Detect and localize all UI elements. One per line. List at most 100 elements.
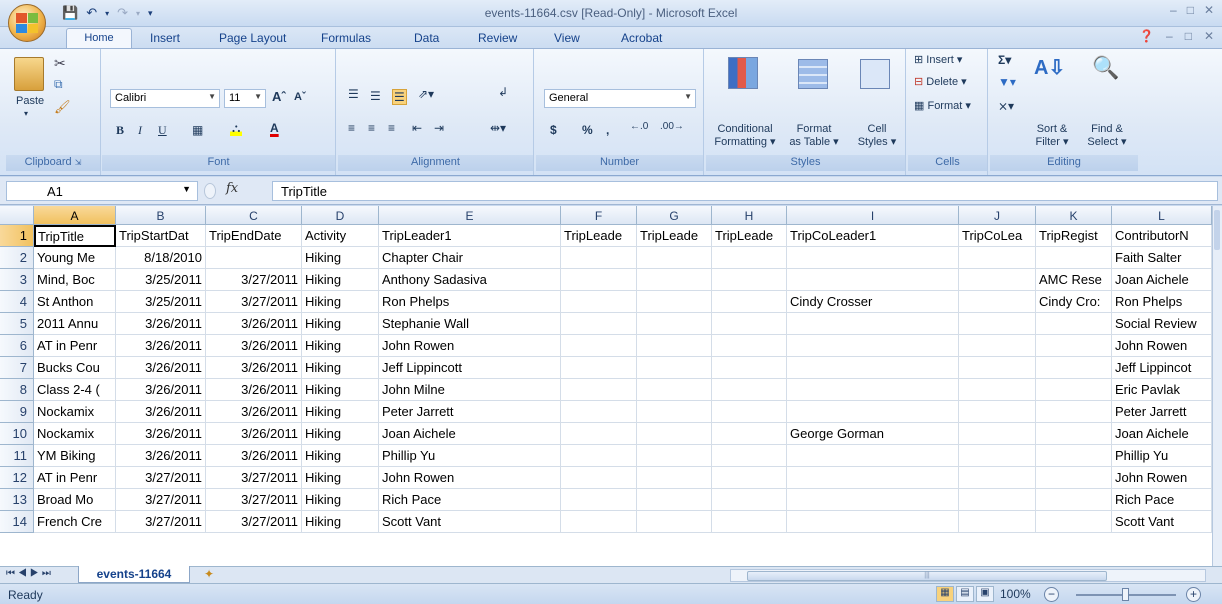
cell-B9[interactable]: 3/26/2011	[116, 401, 206, 423]
cell-F14[interactable]	[561, 511, 637, 533]
scrollbar-thumb[interactable]	[1214, 210, 1220, 250]
merge-center-icon[interactable]: ⇹▾	[490, 121, 506, 135]
cell-H3[interactable]	[712, 269, 787, 291]
align-left-icon[interactable]: ≡	[348, 121, 355, 135]
cell-A11[interactable]: YM Biking	[34, 445, 116, 467]
cell-F12[interactable]	[561, 467, 637, 489]
zoom-out-icon[interactable]: −	[1044, 587, 1059, 602]
format-as-table-button[interactable]: Format as Table ▾	[782, 123, 846, 149]
cell-D1[interactable]: Activity	[302, 225, 379, 247]
vertical-scrollbar[interactable]	[1212, 206, 1222, 566]
cell-B12[interactable]: 3/27/2011	[116, 467, 206, 489]
find-select-button[interactable]: Find & Select ▾	[1082, 123, 1132, 149]
cell-K8[interactable]	[1036, 379, 1112, 401]
cell-E10[interactable]: Joan Aichele	[379, 423, 561, 445]
cell-C10[interactable]: 3/26/2011	[206, 423, 302, 445]
cell-C3[interactable]: 3/27/2011	[206, 269, 302, 291]
cell-E12[interactable]: John Rowen	[379, 467, 561, 489]
fill-icon[interactable]: ▼▾	[998, 75, 1016, 89]
cell-C14[interactable]: 3/27/2011	[206, 511, 302, 533]
cell-G7[interactable]	[637, 357, 712, 379]
cell-F3[interactable]	[561, 269, 637, 291]
row-header[interactable]: 12	[0, 467, 34, 489]
cell-H8[interactable]	[712, 379, 787, 401]
cell-C13[interactable]: 3/27/2011	[206, 489, 302, 511]
tab-insert[interactable]: Insert	[150, 31, 180, 45]
page-layout-view-icon[interactable]: ▤	[956, 586, 974, 602]
borders-icon[interactable]: ▦	[192, 123, 203, 137]
cell-C2[interactable]	[206, 247, 302, 269]
dialog-launcher-icon[interactable]: ⇲	[75, 158, 82, 167]
chevron-down-icon[interactable]: ▼	[182, 184, 191, 194]
cell-A5[interactable]: 2011 Annu	[34, 313, 116, 335]
office-button[interactable]	[8, 4, 46, 42]
row-header[interactable]: 1	[0, 225, 34, 247]
tab-view[interactable]: View	[554, 31, 580, 45]
cell-I7[interactable]	[787, 357, 959, 379]
zoom-slider-thumb[interactable]	[1122, 588, 1129, 601]
column-header[interactable]: A	[34, 206, 116, 225]
cell-C5[interactable]: 3/26/2011	[206, 313, 302, 335]
cell-E14[interactable]: Scott Vant	[379, 511, 561, 533]
cell-C6[interactable]: 3/26/2011	[206, 335, 302, 357]
row-header[interactable]: 10	[0, 423, 34, 445]
cell-D3[interactable]: Hiking	[302, 269, 379, 291]
cell-B11[interactable]: 3/26/2011	[116, 445, 206, 467]
cell-D12[interactable]: Hiking	[302, 467, 379, 489]
cell-K10[interactable]	[1036, 423, 1112, 445]
cell-A1[interactable]: TripTitle	[34, 225, 116, 247]
cell-L13[interactable]: Rich Pace	[1112, 489, 1212, 511]
cell-I11[interactable]	[787, 445, 959, 467]
cell-K4[interactable]: Cindy Cro:	[1036, 291, 1112, 313]
cell-J6[interactable]	[959, 335, 1036, 357]
cell-A3[interactable]: Mind, Boc	[34, 269, 116, 291]
column-header[interactable]: D	[302, 206, 379, 225]
cell-J2[interactable]	[959, 247, 1036, 269]
cell-E3[interactable]: Anthony Sadasiva	[379, 269, 561, 291]
zoom-in-icon[interactable]: +	[1186, 587, 1201, 602]
comma-button[interactable]: ,	[606, 123, 609, 137]
cell-C11[interactable]: 3/26/2011	[206, 445, 302, 467]
row-header[interactable]: 3	[0, 269, 34, 291]
cell-F4[interactable]	[561, 291, 637, 313]
worksheet-grid[interactable]: ABCDEFGHIJKL 1 TripTitle TripStartDat TripE…	[0, 206, 1212, 566]
cell-D8[interactable]: Hiking	[302, 379, 379, 401]
sheet-nav-arrows[interactable]: ⏮◀▶⏭	[6, 568, 54, 579]
cell-B8[interactable]: 3/26/2011	[116, 379, 206, 401]
number-format-combo[interactable]: General ▼	[544, 89, 696, 108]
cell-D7[interactable]: Hiking	[302, 357, 379, 379]
cell-B1[interactable]: TripStartDat	[116, 225, 206, 247]
cell-D2[interactable]: Hiking	[302, 247, 379, 269]
cell-I12[interactable]	[787, 467, 959, 489]
cell-J11[interactable]	[959, 445, 1036, 467]
row-header[interactable]: 14	[0, 511, 34, 533]
sheet-tab[interactable]: events-11664	[78, 566, 190, 583]
cell-J7[interactable]	[959, 357, 1036, 379]
paste-dropdown-icon[interactable]: ▾	[24, 109, 28, 118]
cell-J12[interactable]	[959, 467, 1036, 489]
column-header[interactable]: F	[561, 206, 637, 225]
cell-I14[interactable]	[787, 511, 959, 533]
row-header[interactable]: 11	[0, 445, 34, 467]
align-right-icon[interactable]: ≡	[388, 121, 395, 135]
cell-K3[interactable]: AMC Rese	[1036, 269, 1112, 291]
cell-L14[interactable]: Scott Vant	[1112, 511, 1212, 533]
cell-G3[interactable]	[637, 269, 712, 291]
cell-B7[interactable]: 3/26/2011	[116, 357, 206, 379]
cell-I8[interactable]	[787, 379, 959, 401]
cell-L2[interactable]: Faith Salter	[1112, 247, 1212, 269]
scrollbar-thumb[interactable]: |||	[747, 571, 1107, 581]
cell-K5[interactable]	[1036, 313, 1112, 335]
percent-button[interactable]: %	[582, 123, 593, 137]
cell-A4[interactable]: St Anthon	[34, 291, 116, 313]
cell-I13[interactable]	[787, 489, 959, 511]
formula-input[interactable]: TripTitle	[272, 181, 1218, 201]
cut-icon[interactable]: ✂	[54, 55, 66, 72]
cell-B14[interactable]: 3/27/2011	[116, 511, 206, 533]
decrease-indent-icon[interactable]: ⇤	[412, 121, 422, 135]
cell-F11[interactable]	[561, 445, 637, 467]
cell-K9[interactable]	[1036, 401, 1112, 423]
cell-G6[interactable]	[637, 335, 712, 357]
name-box[interactable]: A1 ▼	[6, 181, 198, 201]
sort-filter-button[interactable]: Sort & Filter ▾	[1028, 123, 1076, 149]
